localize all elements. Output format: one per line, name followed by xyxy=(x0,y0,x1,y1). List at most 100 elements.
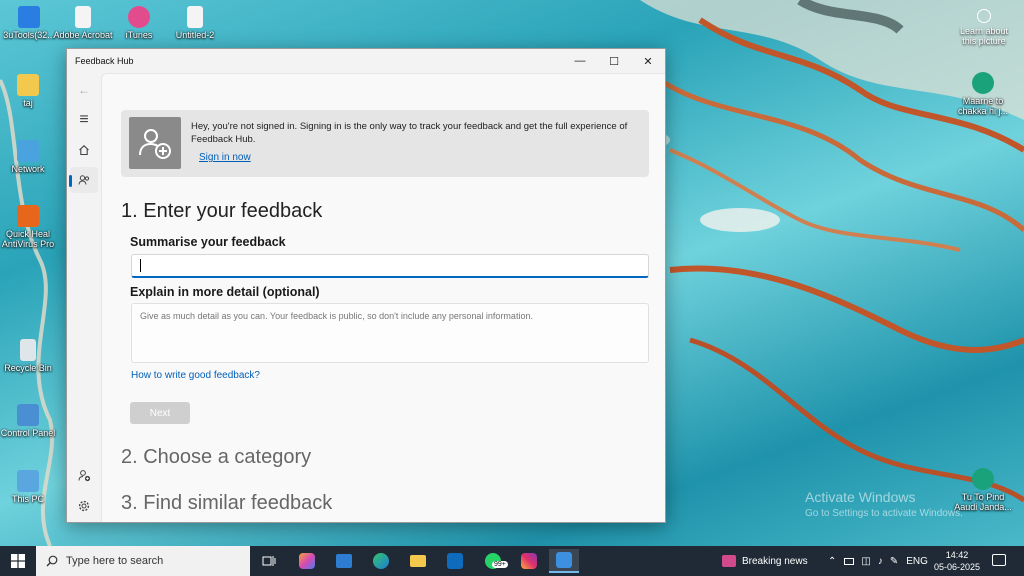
watermark-subtitle: Go to Settings to activate Windows. xyxy=(805,508,963,519)
close-button[interactable]: ✕ xyxy=(631,49,665,73)
next-button[interactable]: Next xyxy=(130,402,190,424)
clock-time: 14:42 xyxy=(945,550,969,560)
clock-date: 05-06-2025 xyxy=(933,562,981,572)
news-widget[interactable]: Breaking news xyxy=(722,546,808,576)
desktop-icon-3utools[interactable]: 3uTools(32... xyxy=(0,6,60,40)
step-3-heading[interactable]: 3. Find similar feedback xyxy=(121,492,332,515)
maximize-button[interactable]: ☐ xyxy=(597,49,631,73)
desktop-icon-label: Recycle Bin xyxy=(4,363,52,373)
system-tray-icons[interactable]: ⌃ ◫ ♪ ✎ ENG xyxy=(828,546,928,576)
desktop-icon-network[interactable]: Network xyxy=(0,140,59,174)
desktop-icon-edge-shortcut-1[interactable]: Maarne to chakka hi j... xyxy=(952,72,1014,116)
desktop-icon-label: 3uTools(32... xyxy=(3,30,55,40)
minimize-button[interactable]: — xyxy=(563,49,597,73)
navigation-rail: ← ≡ xyxy=(67,73,101,522)
folder-icon xyxy=(17,74,39,96)
desktop-icon-itunes[interactable]: iTunes xyxy=(108,6,170,40)
desktop-icon-label: Maarne to chakka hi j... xyxy=(957,96,1009,116)
computer-icon xyxy=(17,470,39,492)
gear-icon xyxy=(78,500,90,512)
feedback-hub-taskbar-button[interactable] xyxy=(549,549,579,573)
desktop-icon-label: iTunes xyxy=(125,30,153,40)
desktop-icon-taj[interactable]: taj xyxy=(0,74,59,108)
whatsapp-badge: 99+ xyxy=(492,561,508,568)
edge-icon xyxy=(373,553,389,569)
feedback-icon xyxy=(78,175,90,185)
desktop-icon-recycle-bin[interactable]: Recycle Bin xyxy=(0,339,59,373)
feedback-hub-icon xyxy=(556,552,572,568)
activation-watermark: Activate Windows Go to Settings to activ… xyxy=(805,489,963,519)
step-2-heading[interactable]: 2. Choose a category xyxy=(121,446,311,469)
signin-banner: Hey, you're not signed in. Signing in is… xyxy=(121,110,649,177)
feedback-hub-window: Feedback Hub — ☐ ✕ ← ≡ Hey, you're not s… xyxy=(66,48,666,523)
account-nav-item[interactable] xyxy=(67,462,101,488)
itunes-icon xyxy=(128,6,150,28)
volume-icon: ♪ xyxy=(877,555,883,567)
window-title: Feedback Hub xyxy=(75,56,134,66)
network-icon: ◫ xyxy=(861,555,871,567)
camera-icon xyxy=(977,9,991,23)
desktop-icon-adobe[interactable]: Adobe Acrobat xyxy=(52,6,114,40)
control-panel-icon xyxy=(17,404,39,426)
feedback-nav-item[interactable] xyxy=(69,167,98,193)
whatsapp-button[interactable]: 99+ xyxy=(478,549,508,573)
edge-icon xyxy=(972,468,994,490)
signin-message: Hey, you're not signed in. Signing in is… xyxy=(191,121,628,145)
menu-button[interactable]: ≡ xyxy=(67,107,101,133)
copilot-button[interactable] xyxy=(292,549,322,573)
folder-icon xyxy=(410,555,426,567)
start-button[interactable] xyxy=(0,546,36,576)
pen-icon: ✎ xyxy=(889,555,899,567)
edge-icon xyxy=(972,72,994,94)
desktop-icon-label: This PC xyxy=(11,494,44,504)
news-icon xyxy=(722,555,736,567)
add-user-icon xyxy=(139,129,171,159)
task-view-button[interactable] xyxy=(254,549,284,573)
instagram-icon xyxy=(521,553,537,569)
task-view-icon xyxy=(262,556,276,566)
document-icon xyxy=(75,6,91,28)
battery-icon xyxy=(844,557,855,565)
taskbar-search[interactable]: Type here to search xyxy=(36,546,250,576)
edge-button[interactable] xyxy=(366,549,396,573)
sign-in-link[interactable]: Sign in now xyxy=(199,152,251,163)
detail-textarea[interactable]: Give as much detail as you can. Your fee… xyxy=(131,303,649,363)
settings-nav-item[interactable] xyxy=(67,493,101,519)
learn-about-picture[interactable]: Learn about this picture xyxy=(954,9,1014,46)
desktop-icon-control-panel[interactable]: Control Panel xyxy=(0,404,59,438)
clock[interactable]: 14:42 05-06-2025 xyxy=(932,549,982,573)
instagram-button[interactable] xyxy=(514,549,544,573)
chevron-up-icon: ⌃ xyxy=(828,555,837,567)
network-icon xyxy=(17,140,39,162)
desktop-icon-quickheal[interactable]: Quick Heal AntiVirus Pro xyxy=(0,205,59,249)
summary-input[interactable] xyxy=(131,254,649,278)
learn-about-picture-label: Learn about this picture xyxy=(959,26,1009,46)
desktop-icon-untitled[interactable]: Untitled-2 xyxy=(164,6,226,40)
desktop-icon-label: taj xyxy=(23,98,33,108)
desktop-icon-label: Quick Heal AntiVirus Pro xyxy=(1,229,55,249)
notification-icon[interactable] xyxy=(992,554,1006,566)
store-icon xyxy=(336,554,352,568)
document-icon xyxy=(187,6,203,28)
summary-label: Summarise your feedback xyxy=(130,235,286,249)
store-button[interactable] xyxy=(329,549,359,573)
home-nav-item[interactable] xyxy=(67,137,101,163)
signin-avatar xyxy=(129,117,181,169)
add-account-icon xyxy=(78,469,90,481)
copilot-icon xyxy=(299,553,315,569)
desktop-icon-label: Network xyxy=(11,164,45,174)
desktop-icon-label: Adobe Acrobat xyxy=(53,30,113,40)
desktop-icon-this-pc[interactable]: This PC xyxy=(0,470,59,504)
language-indicator[interactable]: ENG xyxy=(906,556,928,567)
back-button[interactable]: ← xyxy=(67,77,101,103)
outlook-button[interactable] xyxy=(440,549,470,573)
main-content: Hey, you're not signed in. Signing in is… xyxy=(101,73,665,522)
text-caret xyxy=(140,259,141,272)
file-explorer-button[interactable] xyxy=(403,549,433,573)
search-icon xyxy=(46,555,58,567)
quickheal-icon xyxy=(17,205,39,227)
detail-label: Explain in more detail (optional) xyxy=(130,285,320,299)
title-bar[interactable]: Feedback Hub — ☐ ✕ xyxy=(67,49,665,73)
feedback-help-link[interactable]: How to write good feedback? xyxy=(131,370,260,381)
watermark-title: Activate Windows xyxy=(805,489,916,505)
